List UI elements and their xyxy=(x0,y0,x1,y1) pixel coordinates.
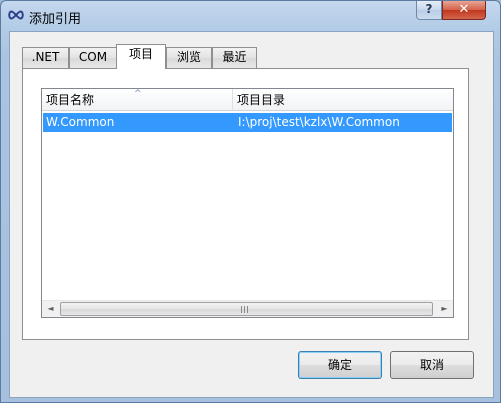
help-button[interactable]: ? xyxy=(416,1,442,20)
window-title: 添加引用 xyxy=(29,12,82,27)
list-item[interactable]: W.Common I:\proj\test\kzlx\W.Common xyxy=(43,113,452,132)
horizontal-scrollbar[interactable]: ◄ ► xyxy=(42,300,453,317)
scroll-right-icon[interactable]: ► xyxy=(436,301,453,317)
project-name-cell: W.Common xyxy=(46,115,115,129)
dialog-client-area: .NET COM 项目 浏览 最近 项目名称 ^ 项目目录 W.Common I… xyxy=(9,31,494,398)
cancel-button[interactable]: 取消 xyxy=(390,351,474,379)
column-header-label: 项目目录 xyxy=(237,93,286,107)
ok-button[interactable]: 确定 xyxy=(298,351,382,379)
infinity-icon xyxy=(8,10,24,20)
project-directory-cell: I:\proj\test\kzlx\W.Common xyxy=(238,115,400,129)
tab-com[interactable]: COM xyxy=(69,47,117,68)
scroll-left-icon[interactable]: ◄ xyxy=(42,301,59,317)
close-button[interactable]: ✕ xyxy=(442,1,486,20)
column-header-project-name[interactable]: 项目名称 ^ xyxy=(42,89,233,111)
grip-icon xyxy=(241,306,250,313)
projects-tab-panel: 项目名称 ^ 项目目录 W.Common I:\proj\test\kzlx\W… xyxy=(22,68,469,340)
tab-browse[interactable]: 浏览 xyxy=(166,47,212,68)
tab-recent[interactable]: 最近 xyxy=(212,47,257,68)
add-reference-dialog: 添加引用 ? ✕ .NET COM 项目 浏览 最近 项目名称 ^ 项目目录 W… xyxy=(0,0,501,403)
title-bar[interactable]: 添加引用 ? ✕ xyxy=(1,1,500,31)
sort-ascending-icon: ^ xyxy=(134,89,142,99)
column-header-label: 项目名称 xyxy=(46,93,95,107)
tab-dotnet[interactable]: .NET xyxy=(22,47,69,68)
scroll-thumb[interactable] xyxy=(60,302,433,316)
column-header-project-directory[interactable]: 项目目录 xyxy=(233,89,453,111)
tab-projects[interactable]: 项目 xyxy=(116,44,166,69)
project-list[interactable]: 项目名称 ^ 项目目录 W.Common I:\proj\test\kzlx\W… xyxy=(41,88,454,318)
